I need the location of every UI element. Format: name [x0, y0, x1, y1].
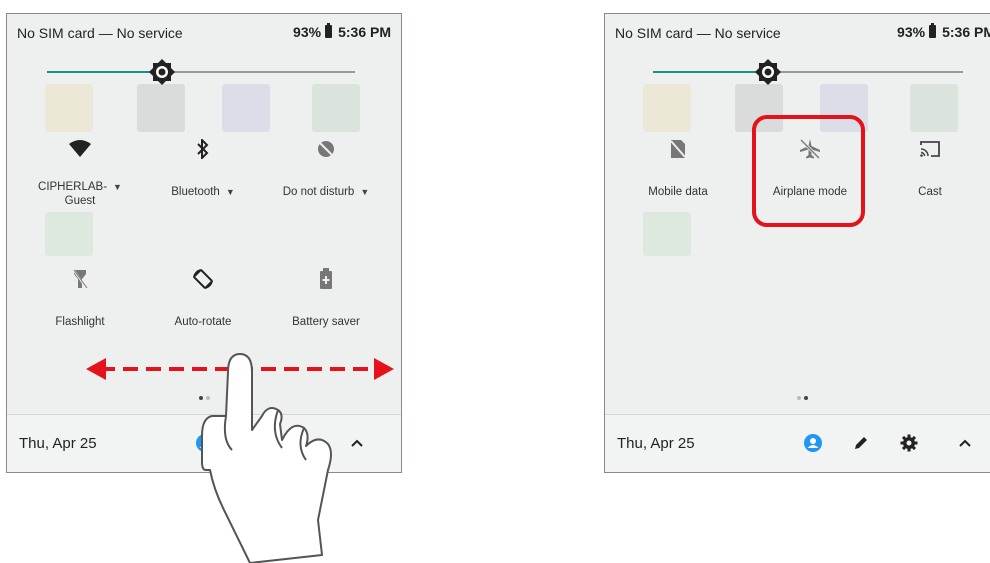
swipe-gesture-overlay — [86, 353, 394, 563]
hand-pointer-icon — [201, 353, 332, 563]
